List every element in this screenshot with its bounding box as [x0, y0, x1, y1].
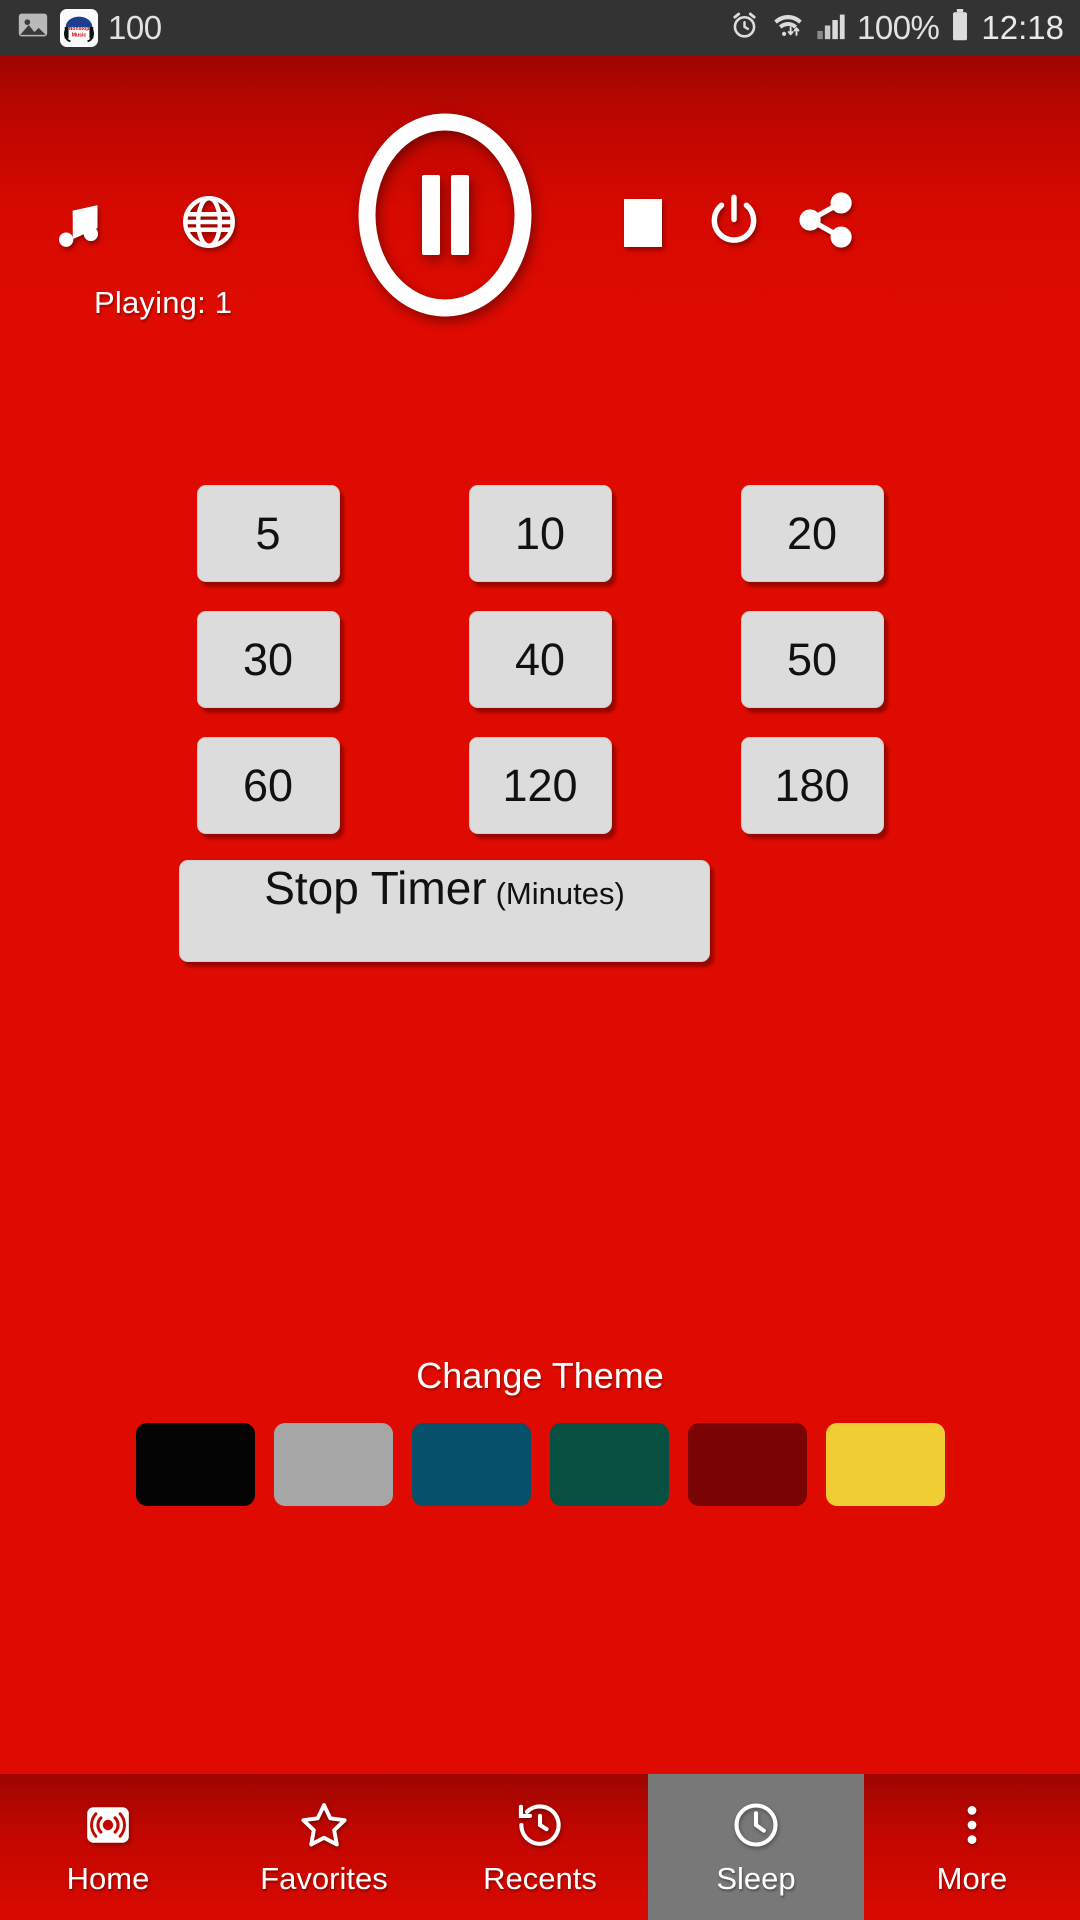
nav-label-favorites: Favorites	[260, 1860, 388, 1896]
timer-button-30[interactable]: 30	[196, 611, 340, 708]
nav-label-home: Home	[66, 1860, 150, 1896]
theme-swatch-dark-red[interactable]	[687, 1423, 807, 1506]
theme-swatch-gray[interactable]	[273, 1423, 393, 1506]
nav-label-recents: Recents	[483, 1860, 597, 1896]
timer-row: 5 10 20	[0, 485, 1080, 582]
radio-broadcast-icon	[83, 1798, 133, 1852]
status-bar-left: Nonstop Music 100	[16, 8, 162, 47]
timer-button-60[interactable]: 60	[196, 737, 340, 834]
battery-full-icon	[950, 8, 970, 47]
nav-item-favorites[interactable]: Favorites	[216, 1774, 432, 1920]
status-bar-right: 100% 12:18	[729, 8, 1064, 47]
bottom-navigation: Home Favorites Recents Sleep More	[0, 1774, 1080, 1920]
nav-item-more[interactable]: More	[864, 1774, 1080, 1920]
timer-button-5[interactable]: 5	[196, 485, 340, 582]
svg-text:Music: Music	[72, 32, 87, 38]
stop-square-icon[interactable]	[617, 195, 669, 253]
play-pause-button[interactable]	[355, 113, 535, 318]
signal-bars-icon	[816, 10, 846, 46]
clock-icon	[730, 1798, 782, 1852]
svg-text:Nonstop: Nonstop	[69, 25, 90, 31]
sleep-timer-screen: 5 10 20 30 40 50 60 120 180 Stop Timer (…	[0, 344, 1080, 1774]
timer-button-50[interactable]: 50	[740, 611, 884, 708]
theme-swatch-yellow[interactable]	[825, 1423, 945, 1506]
battery-percent: 100%	[857, 8, 940, 46]
timer-button-10[interactable]: 10	[468, 485, 612, 582]
image-icon	[16, 8, 50, 47]
more-vertical-icon	[947, 1798, 997, 1852]
theme-swatch-dark-green[interactable]	[549, 1423, 669, 1506]
nav-label-more: More	[936, 1860, 1008, 1896]
nav-item-sleep[interactable]: Sleep	[648, 1774, 864, 1920]
theme-swatch-teal-blue[interactable]	[411, 1423, 531, 1506]
globe-icon[interactable]	[178, 191, 240, 253]
status-bar: Nonstop Music 100 100% 12:18	[0, 0, 1080, 55]
nav-label-sleep: Sleep	[716, 1860, 796, 1896]
timer-button-20[interactable]: 20	[740, 485, 884, 582]
timer-grid: 5 10 20 30 40 50 60 120 180	[0, 485, 1080, 863]
music-note-icon[interactable]	[48, 191, 114, 257]
player-header: Playing: 1 All The Best Oldies	[0, 55, 1080, 431]
nav-item-recents[interactable]: Recents	[432, 1774, 648, 1920]
alarm-clock-icon	[729, 10, 760, 46]
timer-button-40[interactable]: 40	[468, 611, 612, 708]
timer-row: 30 40 50	[0, 611, 1080, 708]
star-icon	[298, 1798, 350, 1852]
clock-time: 12:18	[981, 8, 1064, 46]
timer-button-180[interactable]: 180	[740, 737, 884, 834]
stop-timer-label: Stop Timer	[264, 862, 487, 914]
stop-timer-unit: (Minutes)	[495, 876, 625, 911]
playing-status: Playing: 1	[94, 285, 233, 320]
wifi-icon	[771, 10, 805, 46]
app-root: Nonstop Music 100 100% 12:18 Playing: 1 …	[0, 0, 1080, 1920]
share-icon[interactable]	[793, 187, 859, 253]
nav-item-home[interactable]: Home	[0, 1774, 216, 1920]
change-theme-label: Change Theme	[416, 1355, 664, 1396]
power-icon[interactable]	[703, 189, 765, 251]
theme-swatch-list	[0, 1423, 1080, 1506]
timer-row: 60 120 180	[0, 737, 1080, 834]
theme-swatch-black[interactable]	[135, 1423, 255, 1506]
history-clock-icon	[514, 1798, 566, 1852]
timer-button-120[interactable]: 120	[468, 737, 612, 834]
notification-count: 100	[108, 8, 162, 46]
nonstop-music-app-icon: Nonstop Music	[60, 8, 98, 47]
stop-timer-button[interactable]: Stop Timer (Minutes)	[179, 860, 710, 962]
